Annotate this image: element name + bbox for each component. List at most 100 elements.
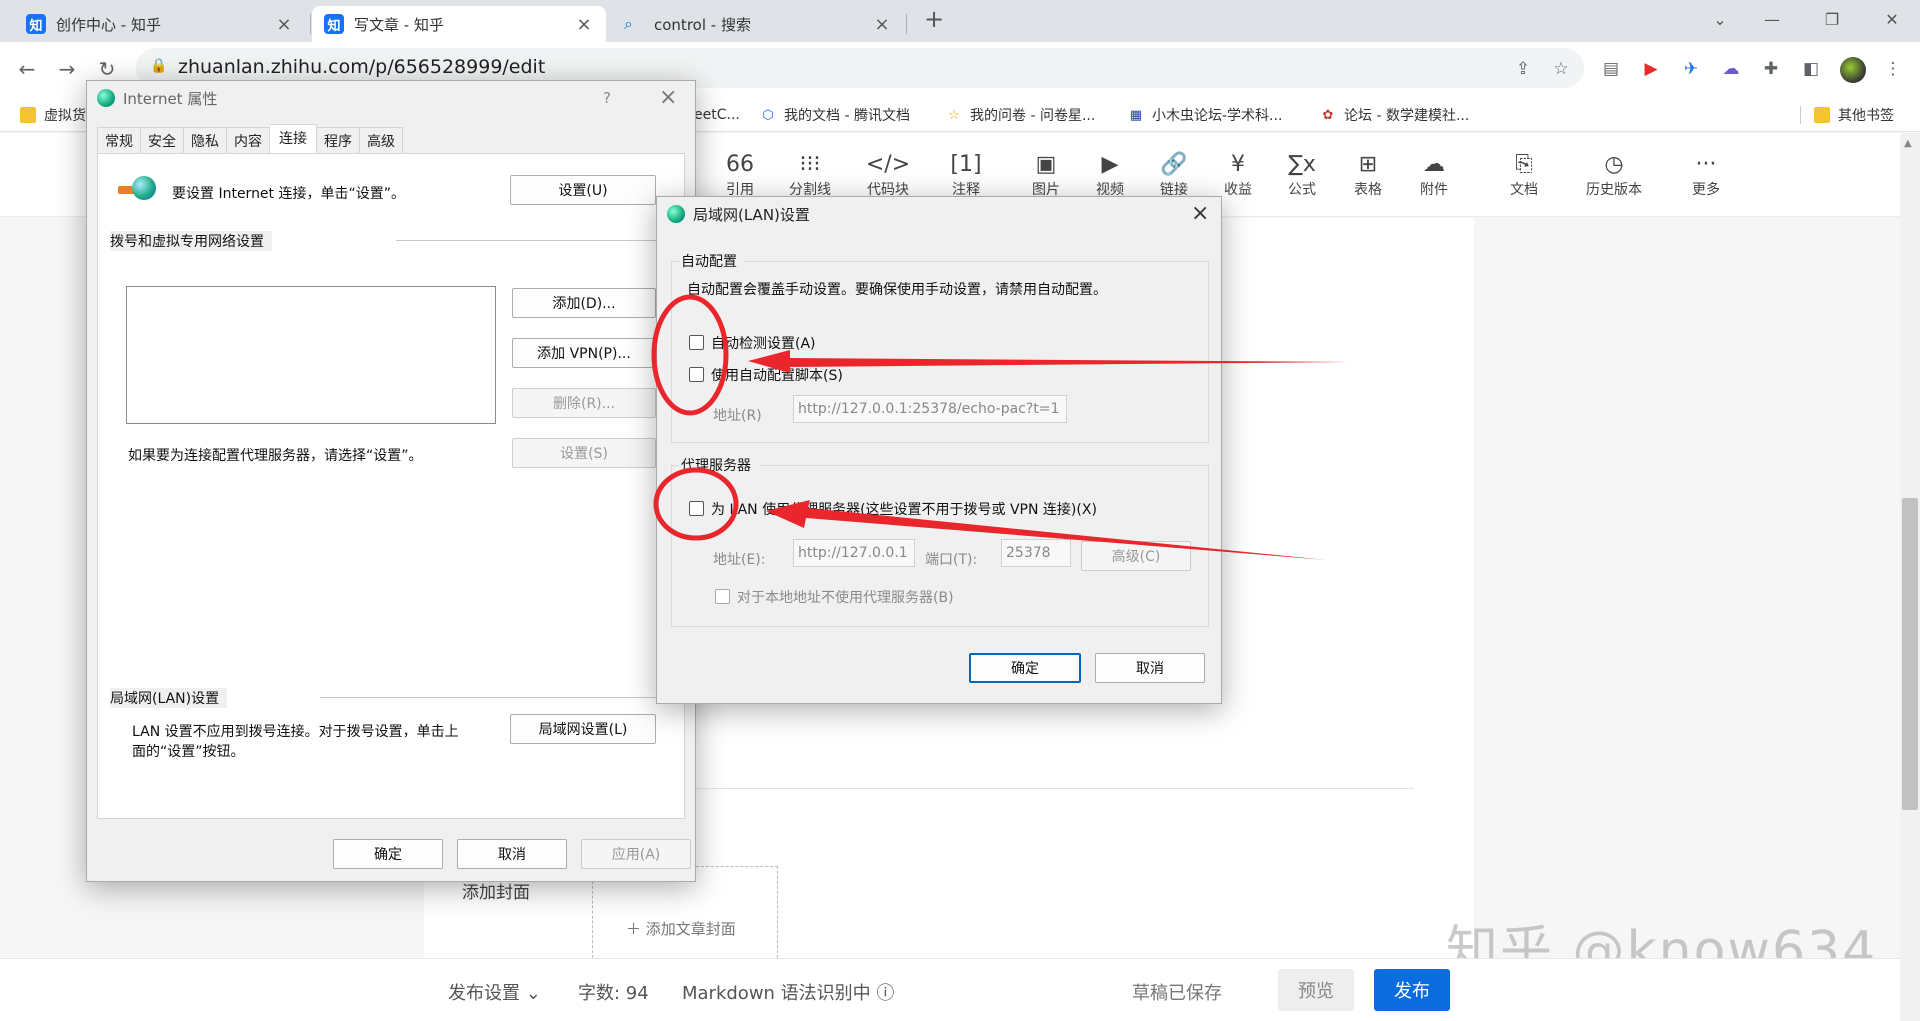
close-tab-icon[interactable]: ×	[872, 14, 892, 35]
toolbar-9[interactable]: ¥ 收益	[1208, 151, 1268, 199]
side-panel-icon[interactable]: ◧	[1798, 56, 1824, 82]
tab-separator	[310, 14, 311, 34]
script-address-field[interactable]: http://127.0.0.1:25378/echo-pac?t=1	[793, 395, 1067, 423]
close-tab-icon[interactable]: ×	[574, 14, 594, 35]
bookmark-item[interactable]: ▦ 小木虫论坛-学术科...	[1128, 104, 1283, 126]
cancel-button[interactable]: 取消	[1095, 653, 1205, 683]
globe-icon	[97, 89, 115, 107]
bookmark-item[interactable]: 虚拟货	[20, 104, 86, 126]
toolbar-5[interactable]: [1] 注释	[936, 151, 996, 199]
back-icon[interactable]: ←	[12, 54, 42, 84]
add-button[interactable]: 添加(D)...	[512, 288, 656, 318]
help-icon[interactable]: ?	[603, 89, 611, 107]
browser-tab-strip: 知 创作中心 - 知乎 × 知 写文章 - 知乎 × ⌕ control - 搜…	[0, 0, 1920, 42]
bookmark-item[interactable]: ✿ 论坛 - 数学建模社...	[1320, 104, 1470, 126]
zhihu-icon: 知	[324, 14, 344, 34]
tab-control-search[interactable]: ⌕ control - 搜索 ×	[612, 6, 904, 42]
lan-settings-button[interactable]: 局域网设置(L)	[510, 714, 656, 744]
star-icon: ☆	[948, 107, 960, 123]
toolbar-14[interactable]: ◷ 历史版本	[1584, 151, 1644, 199]
scrollbar-thumb[interactable]	[1902, 498, 1918, 810]
cancel-button[interactable]: 取消	[457, 839, 567, 869]
url-text[interactable]: zhuanlan.zhihu.com/p/656528999/edit	[178, 56, 545, 78]
bypass-local-checkbox[interactable]	[715, 589, 730, 604]
bookmark-label: 虚拟货	[44, 108, 86, 124]
toolbar-12[interactable]: ☁ 附件	[1404, 151, 1464, 199]
toolbar-2[interactable]: 66 引用	[710, 151, 770, 199]
script-address-label: 地址(R)	[713, 408, 762, 424]
avatar[interactable]	[1840, 57, 1866, 83]
setup-button[interactable]: 设置(U)	[510, 175, 656, 205]
publish-settings-dropdown[interactable]: 发布设置 ⌄	[448, 979, 541, 1005]
auto-detect-label[interactable]: 自动检测设置(A)	[711, 333, 816, 353]
zhihu-icon: 知	[26, 14, 46, 34]
ok-button[interactable]: 确定	[333, 839, 443, 869]
folder-icon	[1814, 107, 1830, 123]
auto-detect-checkbox[interactable]	[689, 335, 704, 350]
apply-button[interactable]: 应用(A)	[581, 839, 691, 869]
tab-creator-center[interactable]: 知 创作中心 - 知乎 ×	[14, 6, 306, 42]
tab-privacy[interactable]: 隐私	[184, 127, 227, 153]
bypass-local-label[interactable]: 对于本地地址不使用代理服务器(B)	[737, 587, 954, 607]
dialog-titlebar[interactable]: 局域网(LAN)设置	[657, 197, 1221, 231]
connections-listbox[interactable]	[126, 286, 496, 424]
bookmark-item[interactable]: ⬡ 我的文档 - 腾讯文档	[760, 104, 910, 126]
window-close-icon[interactable]: ✕	[1872, 4, 1912, 34]
restore-icon[interactable]: ❐	[1812, 4, 1852, 34]
tab-write-article[interactable]: 知 写文章 - 知乎 ×	[312, 6, 606, 42]
bookmark-star-icon[interactable]: ☆	[1548, 56, 1574, 82]
port-field[interactable]: 25378	[1001, 539, 1071, 567]
scroll-up-icon[interactable]: ▲	[1904, 138, 1912, 149]
use-proxy-label[interactable]: 为 LAN 使用代理服务器(这些设置不用于拨号或 VPN 连接)(X)	[711, 499, 1097, 519]
auto-script-checkbox[interactable]	[689, 367, 704, 382]
toolbar-3[interactable]: ⁝⁝⁝ 分割线	[780, 151, 840, 199]
new-tab-button[interactable]: +	[914, 4, 954, 34]
extension-bird-icon[interactable]: ✈	[1678, 56, 1704, 82]
toolbar-13[interactable]: ⎘ 文档	[1494, 151, 1554, 199]
toolbar-10[interactable]: ∑x 公式	[1272, 151, 1332, 199]
share-icon[interactable]: ⇪	[1510, 56, 1536, 82]
tab-connections[interactable]: 连接	[270, 124, 317, 153]
toolbar-icon: ▶	[1101, 152, 1119, 177]
forward-icon[interactable]: →	[52, 54, 82, 84]
toolbar-11[interactable]: ⊞ 表格	[1338, 151, 1398, 199]
add-vpn-button[interactable]: 添加 VPN(P)...	[512, 338, 656, 368]
bookmark-label: 其他书签	[1838, 108, 1894, 124]
extension-doc-icon[interactable]: ▤	[1598, 56, 1624, 82]
extension-video-icon[interactable]: ▶	[1638, 56, 1664, 82]
close-icon[interactable]: ×	[1191, 201, 1209, 226]
toolbar-4[interactable]: </> 代码块	[858, 151, 918, 199]
lock-icon[interactable]: 🔒	[150, 58, 167, 74]
close-icon[interactable]: ×	[659, 85, 677, 110]
menu-kebab-icon[interactable]: ⋮	[1880, 56, 1906, 82]
tab-security[interactable]: 安全	[141, 127, 184, 153]
add-cover-button[interactable]: ＋ 添加文章封面	[626, 918, 736, 939]
proxy-address-field[interactable]: http://127.0.0.1	[793, 539, 915, 567]
toolbar-15[interactable]: ··· 更多	[1676, 151, 1736, 199]
tab-programs[interactable]: 程序	[317, 127, 360, 153]
bookmark-item[interactable]: ☆ 我的问卷 - 问卷星...	[946, 104, 1095, 126]
publish-button[interactable]: 发布	[1374, 969, 1450, 1011]
settings-button[interactable]: 设置(S)	[512, 438, 656, 468]
tab-search-icon[interactable]: ⌄	[1700, 4, 1740, 34]
tab-advanced[interactable]: 高级	[360, 127, 403, 153]
toolbar-8[interactable]: 🔗 链接	[1144, 151, 1204, 199]
advanced-button[interactable]: 高级(C)	[1081, 541, 1191, 571]
toolbar-7[interactable]: ▶ 视频	[1080, 151, 1140, 199]
auto-script-label[interactable]: 使用自动配置脚本(S)	[711, 365, 843, 385]
tab-general[interactable]: 常规	[97, 127, 141, 153]
bookmark-item[interactable]: eetC...	[694, 104, 740, 126]
extensions-puzzle-icon[interactable]: ✚	[1758, 56, 1784, 82]
toolbar-6[interactable]: ▣ 图片	[1016, 151, 1076, 199]
use-proxy-checkbox[interactable]	[689, 501, 704, 516]
minimize-icon[interactable]: —	[1752, 4, 1792, 34]
markdown-status[interactable]: Markdown 语法识别中 ⓘ	[682, 979, 894, 1005]
delete-button[interactable]: 删除(R)...	[512, 388, 656, 418]
bookmark-item-other[interactable]: 其他书签	[1814, 104, 1894, 126]
close-tab-icon[interactable]: ×	[274, 14, 294, 35]
ok-button[interactable]: 确定	[969, 653, 1081, 683]
extension-cloud-icon[interactable]: ☁	[1718, 56, 1744, 82]
tab-content[interactable]: 内容	[227, 127, 270, 153]
dialup-group-label: 拨号和虚拟专用网络设置	[110, 231, 272, 251]
preview-button[interactable]: 预览	[1278, 969, 1354, 1011]
